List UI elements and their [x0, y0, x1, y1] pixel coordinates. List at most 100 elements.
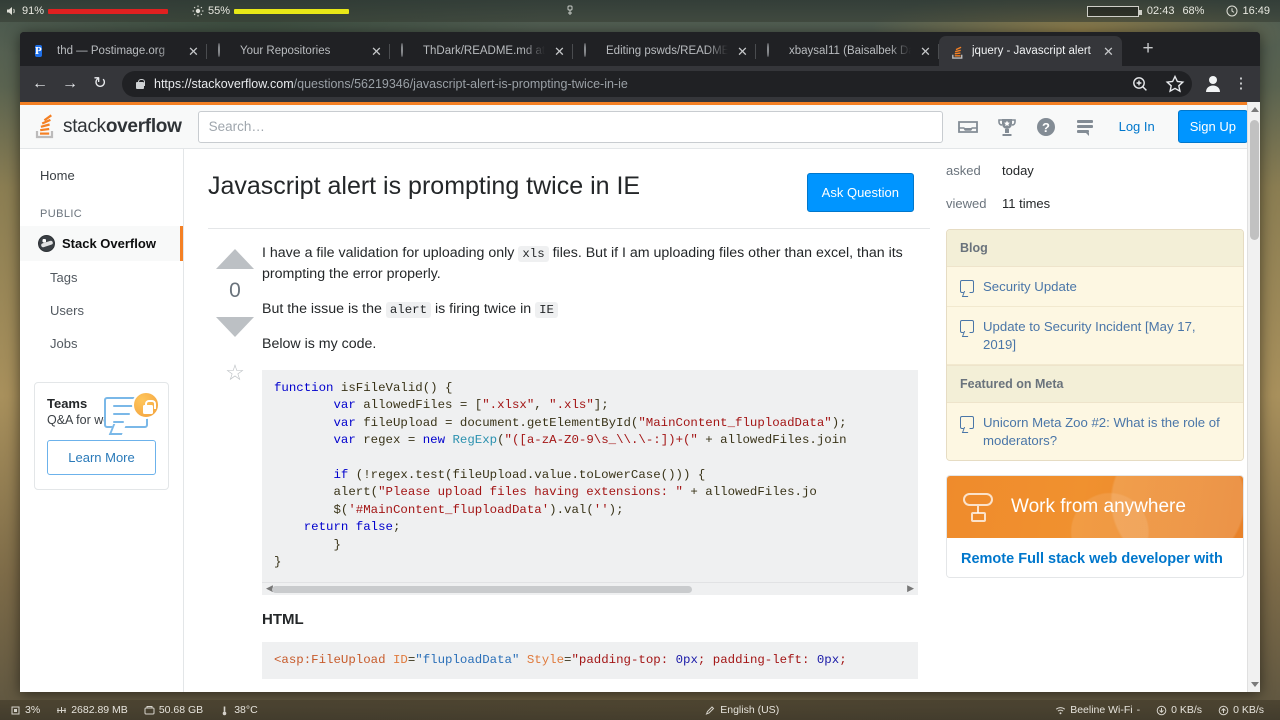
ram-value: 2682.89 MB: [71, 704, 128, 716]
tab-close-button[interactable]: ✕: [186, 45, 201, 58]
github-icon: [218, 42, 233, 59]
volume-indicator[interactable]: 91%: [6, 5, 169, 17]
clock-widget[interactable]: 16:49: [1226, 5, 1270, 17]
ask-question-button[interactable]: Ask Question: [806, 173, 914, 212]
back-button[interactable]: ←: [26, 70, 54, 98]
tab-close-button[interactable]: ✕: [918, 45, 933, 58]
post-content: I have a file validation for uploading o…: [262, 243, 930, 680]
menu-dots-icon[interactable]: ⋮: [1228, 71, 1254, 97]
post-paragraph-3: Below is my code.: [262, 336, 377, 353]
temperature-indicator[interactable]: 38°C: [219, 704, 258, 716]
profile-avatar-icon[interactable]: [1200, 71, 1226, 97]
html-code-block: <asp:FileUpload ID="fluploadData" Style=…: [262, 641, 918, 680]
volume-meter: [48, 8, 169, 14]
zoom-icon[interactable]: [1127, 71, 1153, 97]
disk-indicator[interactable]: 50.68 GB: [144, 704, 203, 716]
brightness-indicator[interactable]: 55%: [192, 5, 350, 17]
ram-icon: [56, 705, 67, 716]
learn-more-button[interactable]: Learn More: [47, 440, 156, 475]
disk-icon: [144, 705, 155, 716]
github-icon: [401, 42, 416, 59]
cpu-indicator[interactable]: 3%: [10, 704, 40, 716]
scroll-up-arrow[interactable]: [1251, 107, 1259, 112]
disk-value: 50.68 GB: [158, 704, 204, 716]
job-ad-card[interactable]: Work from anywhere Remote Full stack web…: [946, 475, 1244, 578]
inbox-icon[interactable]: [957, 116, 979, 138]
stackoverflow-logo[interactable]: stackoverflow: [20, 114, 198, 139]
inline-code: IE: [535, 301, 558, 318]
browser-tab[interactable]: P thd — Postimage.org ✕: [24, 36, 207, 66]
scroll-down-arrow[interactable]: [1251, 682, 1259, 687]
logo-text-light: stack: [63, 115, 106, 137]
search-input[interactable]: Search…: [197, 110, 943, 143]
sidebar-item-tags[interactable]: Tags: [20, 261, 183, 294]
stat-value: today: [1002, 163, 1034, 178]
sidebar-section-public: PUBLIC: [40, 208, 83, 220]
new-tab-button[interactable]: +: [1134, 36, 1162, 64]
cpu-icon: [10, 705, 21, 716]
login-button[interactable]: Log In: [1113, 119, 1161, 134]
signup-button[interactable]: Sign Up: [1177, 110, 1248, 143]
scrollbar-thumb[interactable]: [1250, 120, 1259, 240]
forward-button[interactable]: →: [56, 70, 84, 98]
blog-link-item[interactable]: Update to Security Incident [May 17, 201…: [947, 307, 1243, 366]
logo-text-bold: overflow: [105, 115, 182, 137]
page-body: Home PUBLIC Stack Overflow Tags Users Jo…: [20, 149, 1260, 692]
tab-close-button[interactable]: ✕: [1101, 45, 1116, 58]
scrollbar-thumb[interactable]: [272, 585, 692, 593]
left-sidebar: Home PUBLIC Stack Overflow Tags Users Jo…: [20, 149, 184, 692]
download-rate-indicator: 0 KB/s: [1156, 704, 1202, 716]
sidebar-item-users[interactable]: Users: [20, 294, 183, 327]
tab-title: thd — Postimage.org: [57, 45, 166, 57]
page-scrollbar[interactable]: [1247, 102, 1260, 692]
ram-indicator[interactable]: 2682.89 MB: [56, 704, 128, 716]
brightness-value: 55%: [208, 5, 231, 17]
network-indicator[interactable]: Beeline Wi-Fi -: [1055, 704, 1140, 716]
favorite-star-icon[interactable]: ☆: [208, 360, 262, 386]
tab-close-button[interactable]: ✕: [369, 45, 384, 58]
meta-link-item[interactable]: Unicorn Meta Zoo #2: What is the role of…: [947, 403, 1243, 461]
browser-tab-active[interactable]: jquery - Javascript alert is p ✕: [939, 36, 1122, 66]
blog-link-item[interactable]: Security Update: [947, 267, 1243, 308]
sidebar-item-stackoverflow[interactable]: Stack Overflow: [20, 226, 183, 261]
sidebar-item-jobs[interactable]: Jobs: [20, 327, 183, 360]
trophy-icon[interactable]: [996, 116, 1018, 138]
stat-value: 11 times: [1002, 196, 1051, 211]
tab-title: Editing pswds/README.md: [606, 45, 728, 57]
stackoverflow-icon: [950, 44, 965, 59]
tab-close-button[interactable]: ✕: [735, 45, 750, 58]
job-ad-title[interactable]: Remote Full stack web developer with: [961, 550, 1229, 569]
sidebar-item-home[interactable]: Home: [20, 159, 183, 192]
section-heading-html: HTML: [262, 610, 304, 628]
battery-indicator[interactable]: 02:43 68%: [1086, 5, 1204, 17]
question-header: Javascript alert is prompting twice in I…: [208, 149, 930, 229]
browser-tab[interactable]: xbaysal11 (Baisalbek Daniia ✕: [756, 36, 939, 66]
help-icon[interactable]: ?: [1035, 116, 1057, 138]
blog-link-label: Update to Security Incident [May 17, 201…: [983, 319, 1196, 352]
downvote-button[interactable]: [216, 317, 254, 337]
tab-title: jquery - Javascript alert is p: [972, 45, 1094, 57]
clock-value: 16:49: [1242, 5, 1270, 17]
address-bar[interactable]: https://stackoverflow.com/questions/5621…: [122, 71, 1192, 97]
usb-icon: [564, 5, 576, 17]
code-horizontal-scrollbar[interactable]: ◀ ▶: [262, 581, 918, 595]
reload-button[interactable]: ↻: [86, 70, 114, 98]
teams-promo-card: Teams Q&A for work Learn More: [34, 382, 169, 490]
tab-close-button[interactable]: ✕: [552, 45, 567, 58]
browser-tab[interactable]: Editing pswds/README.md ✕: [573, 36, 756, 66]
keyboard-layout-indicator[interactable]: English (US): [705, 704, 779, 716]
upvote-button[interactable]: [216, 249, 254, 269]
bookmark-star-icon[interactable]: [1162, 71, 1188, 97]
browser-tab[interactable]: ThDark/README.md at mas ✕: [390, 36, 573, 66]
github-icon: [767, 42, 782, 59]
browser-tab[interactable]: Your Repositories ✕: [207, 36, 390, 66]
inline-code: xls: [518, 246, 549, 262]
page-title: Javascript alert is prompting twice in I…: [208, 172, 641, 200]
stacks-icon[interactable]: [1074, 116, 1096, 138]
scroll-right-arrow[interactable]: ▶: [907, 583, 914, 594]
tab-title: Your Repositories: [240, 45, 331, 57]
speech-bubble-icon: [960, 320, 974, 334]
url-host: https://stackoverflow.com: [154, 77, 294, 91]
clock-icon: [1226, 5, 1238, 17]
download-value: 0 KB/s: [1171, 704, 1203, 716]
